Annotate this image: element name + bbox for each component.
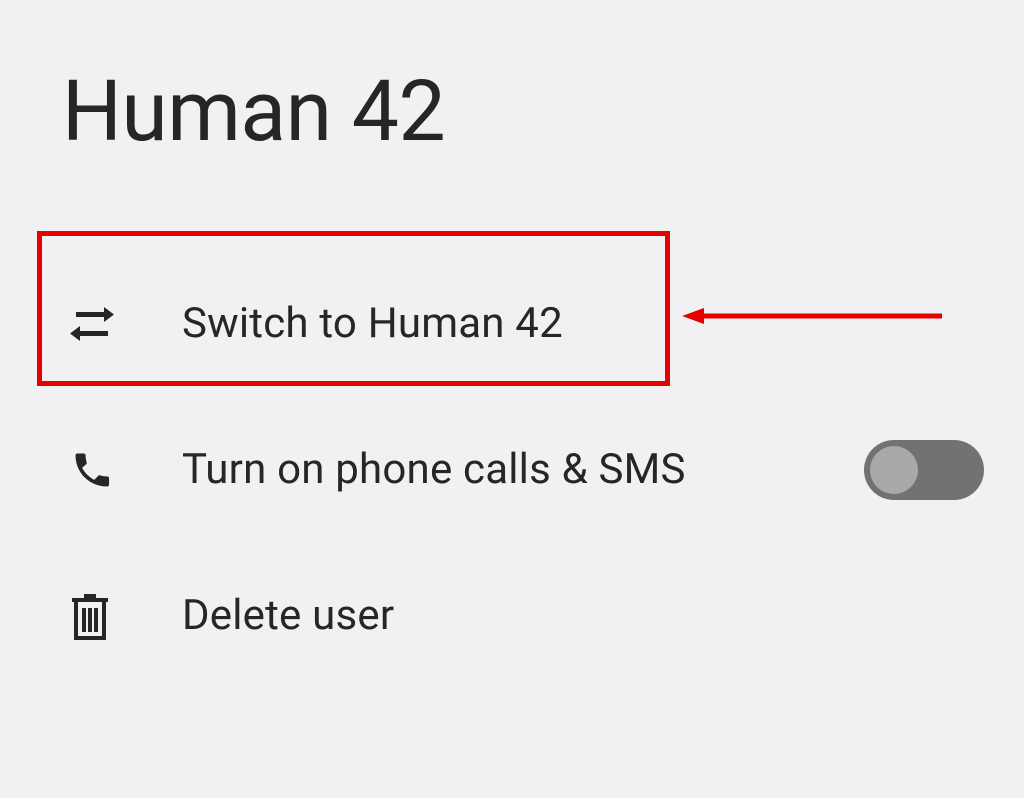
settings-list: Switch to Human 42 Turn on phone calls &… (0, 251, 1024, 689)
swap-icon (70, 304, 182, 344)
phone-sms-label: Turn on phone calls & SMS (182, 445, 864, 494)
switch-user-row[interactable]: Switch to Human 42 (0, 251, 1024, 397)
delete-user-label: Delete user (182, 591, 984, 640)
phone-sms-toggle[interactable] (864, 440, 984, 500)
phone-sms-row[interactable]: Turn on phone calls & SMS (0, 397, 1024, 543)
switch-user-label: Switch to Human 42 (182, 299, 984, 348)
delete-user-row[interactable]: Delete user (0, 543, 1024, 689)
page-title: Human 42 (0, 64, 1024, 161)
trash-icon (70, 592, 182, 640)
toggle-knob (870, 446, 918, 494)
user-settings-page: Human 42 Switch to Human 42 (0, 0, 1024, 798)
phone-icon (70, 448, 182, 492)
